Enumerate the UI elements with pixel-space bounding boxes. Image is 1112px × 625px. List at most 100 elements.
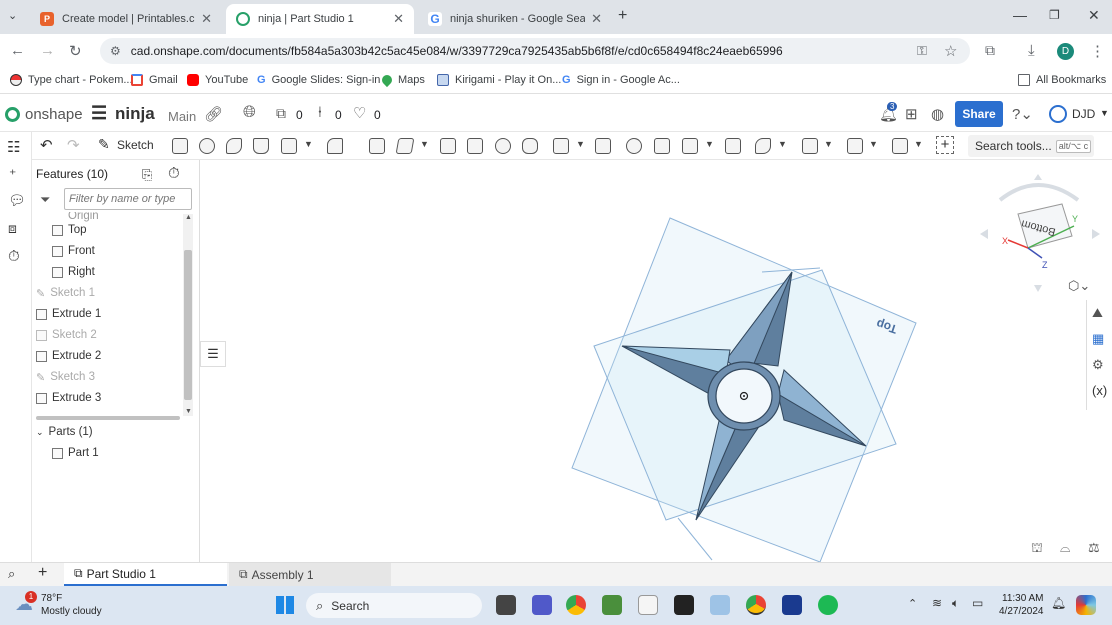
profile-avatar[interactable]: D xyxy=(1057,43,1074,60)
forward-icon[interactable]: → xyxy=(40,42,55,59)
toolbar-caret-icon[interactable]: ▼ xyxy=(304,139,313,149)
mirror-icon[interactable] xyxy=(595,138,611,154)
reload-icon[interactable]: ↻ xyxy=(69,42,82,60)
parts-header[interactable]: ⌄ Parts (1) xyxy=(36,422,93,442)
filter-input[interactable] xyxy=(64,188,192,210)
feature-item-extrude-3[interactable]: Extrude 3 xyxy=(36,388,101,408)
volume-icon[interactable]: 🔈︎ xyxy=(952,596,959,611)
app-store-icon[interactable]: ⊞ xyxy=(905,105,918,123)
browser-tab-onshape[interactable]: ninja | Part Studio 1 ✕ xyxy=(226,4,414,34)
toolbar-caret-icon[interactable]: ▼ xyxy=(824,139,833,149)
close-window-icon[interactable]: ✕ xyxy=(1088,7,1100,24)
user-menu-caret-icon[interactable]: ▼ xyxy=(1100,108,1109,118)
bookmark-star-icon[interactable]: ☆ xyxy=(944,42,957,60)
add-custom-feature-icon[interactable]: + xyxy=(936,136,954,154)
help-icon[interactable]: ?⌄ xyxy=(1012,105,1033,123)
bookmark-item[interactable]: Kirigami - Play it On... xyxy=(437,74,561,86)
variables-panel-icon[interactable]: (x) xyxy=(1092,383,1107,398)
address-bar[interactable]: ⚙ cad.onshape.com/documents/fb584a5a303b… xyxy=(100,38,970,64)
sheet-metal-icon[interactable] xyxy=(847,138,863,154)
feature-item-extrude-1[interactable]: Extrude 1 xyxy=(36,304,101,324)
bookmark-item[interactable]: Gmail xyxy=(131,74,178,86)
search-tools-field[interactable]: Search tools... alt/⌥ c xyxy=(968,135,1094,157)
scroll-down-icon[interactable]: ▼ xyxy=(185,408,192,415)
document-name[interactable]: ninja xyxy=(115,104,155,124)
appearance-panel-icon[interactable]: ⛰ xyxy=(1092,305,1103,321)
clock-time[interactable]: 11:30 AM xyxy=(1002,593,1044,604)
extrude-icon[interactable] xyxy=(172,138,188,154)
feature-list-scrollbar[interactable]: ▲ ▼ xyxy=(183,214,193,416)
hole-icon[interactable] xyxy=(495,138,511,154)
extensions-icon[interactable]: ⧉ xyxy=(985,42,995,59)
tab-assembly[interactable]: ⧉ Assembly 1 xyxy=(229,563,391,586)
insert-part-icon[interactable]: ⁺ xyxy=(9,166,16,183)
minecraft-icon[interactable] xyxy=(602,595,622,615)
scroll-up-icon[interactable]: ▲ xyxy=(185,214,192,221)
rib-icon[interactable] xyxy=(440,138,456,154)
teams-icon[interactable] xyxy=(532,595,552,615)
user-name[interactable]: DJD xyxy=(1072,107,1095,121)
filter-icon[interactable]: ⏷ xyxy=(40,192,50,208)
share-button[interactable]: Share xyxy=(955,101,1003,127)
maximize-icon[interactable]: ❐ xyxy=(1049,8,1060,22)
plane-icon[interactable] xyxy=(802,138,818,154)
toolbar-caret-icon[interactable]: ▼ xyxy=(420,139,429,149)
weather-temp[interactable]: 78°F xyxy=(41,593,62,604)
close-tab-icon[interactable]: ✕ xyxy=(201,11,212,27)
chrome-icon[interactable] xyxy=(566,595,586,615)
split-icon[interactable] xyxy=(654,138,670,154)
sketch-button[interactable]: Sketch xyxy=(117,138,154,152)
part-item[interactable]: Part 1 xyxy=(52,443,99,463)
graphics-viewport[interactable]: Top Bottom X Y Z ⬡⌄ ⛰ ▦ ⚙ (x) ⛫ ⌓ ⚖ xyxy=(226,160,1112,562)
draft-icon[interactable] xyxy=(395,138,415,154)
feature-item-sketch-2[interactable]: Sketch 2 xyxy=(36,325,97,345)
tab-search-button[interactable]: ⌄ xyxy=(8,9,17,22)
toolbar-caret-icon[interactable]: ▼ xyxy=(576,139,585,149)
bookmark-item[interactable]: G Google Slides: Sign-in xyxy=(257,74,380,86)
thumbtack-icon[interactable]: ⍿ xyxy=(318,104,322,121)
onshape-taskbar-icon[interactable] xyxy=(782,595,802,615)
feature-item-sketch-3[interactable]: ✎ Sketch 3 xyxy=(36,367,95,387)
show-hidden-icons-icon[interactable]: ⌃ xyxy=(908,597,917,610)
browser-tab-google[interactable]: G ninja shuriken - Google Search ✕ xyxy=(418,4,612,34)
chrome-menu-icon[interactable]: ⋮ xyxy=(1090,42,1105,60)
feature-item-right-plane[interactable]: Right xyxy=(52,262,95,282)
battery-icon[interactable]: ▭ xyxy=(972,596,983,610)
delete-part-icon[interactable] xyxy=(725,138,741,154)
sketch-pencil-icon[interactable]: ✎ xyxy=(98,136,110,153)
weather-desc[interactable]: Mostly cloudy xyxy=(41,606,102,617)
bookmark-item[interactable]: Maps xyxy=(379,72,425,88)
shell-icon[interactable] xyxy=(467,138,483,154)
appearance-icon[interactable]: ⧈ xyxy=(8,220,17,237)
toolbar-caret-icon[interactable]: ▼ xyxy=(914,139,923,149)
branch-name[interactable]: Main xyxy=(168,109,196,124)
feature-item-front-plane[interactable]: Front xyxy=(52,241,95,261)
cylinder-icon[interactable] xyxy=(522,138,538,154)
transform-icon[interactable] xyxy=(682,138,698,154)
undo-icon[interactable]: ↶ xyxy=(40,136,53,154)
rollback-bar-icon[interactable]: ⎘ xyxy=(142,167,152,183)
pattern-icon[interactable] xyxy=(553,138,569,154)
notification-bell-icon[interactable]: 🔔︎ xyxy=(1051,596,1066,610)
windows-start-icon[interactable] xyxy=(276,596,294,614)
measure-icon[interactable]: ⛫ xyxy=(1031,540,1043,558)
minimize-icon[interactable]: — xyxy=(1013,7,1027,23)
comments-icon[interactable]: 💬︎ xyxy=(8,192,26,209)
onshape-logo-icon[interactable] xyxy=(5,107,20,122)
redo-icon[interactable]: ↷ xyxy=(67,136,80,154)
loft-icon[interactable] xyxy=(253,138,269,154)
bookmark-item[interactable]: Type chart - Pokem... xyxy=(10,74,133,86)
feature-item-sketch-1[interactable]: ✎ Sketch 1 xyxy=(36,283,95,303)
notepad-icon[interactable] xyxy=(638,595,658,615)
configurations-panel-icon[interactable]: ⚙ xyxy=(1092,357,1104,373)
horizontal-scrollbar[interactable] xyxy=(36,416,180,420)
mass-properties-icon[interactable]: ⚖ xyxy=(1088,540,1100,556)
user-avatar-icon[interactable] xyxy=(1049,105,1067,123)
close-tab-icon[interactable]: ✕ xyxy=(591,11,602,27)
versions-icon[interactable]: ⧉ xyxy=(276,105,286,122)
wifi-icon[interactable]: ≋ xyxy=(932,596,942,610)
file-explorer-icon[interactable] xyxy=(496,595,516,615)
modify-fillet-icon[interactable] xyxy=(755,138,771,154)
thicken-icon[interactable] xyxy=(281,138,297,154)
taskbar-search[interactable]: ⌕ Search xyxy=(306,593,482,618)
